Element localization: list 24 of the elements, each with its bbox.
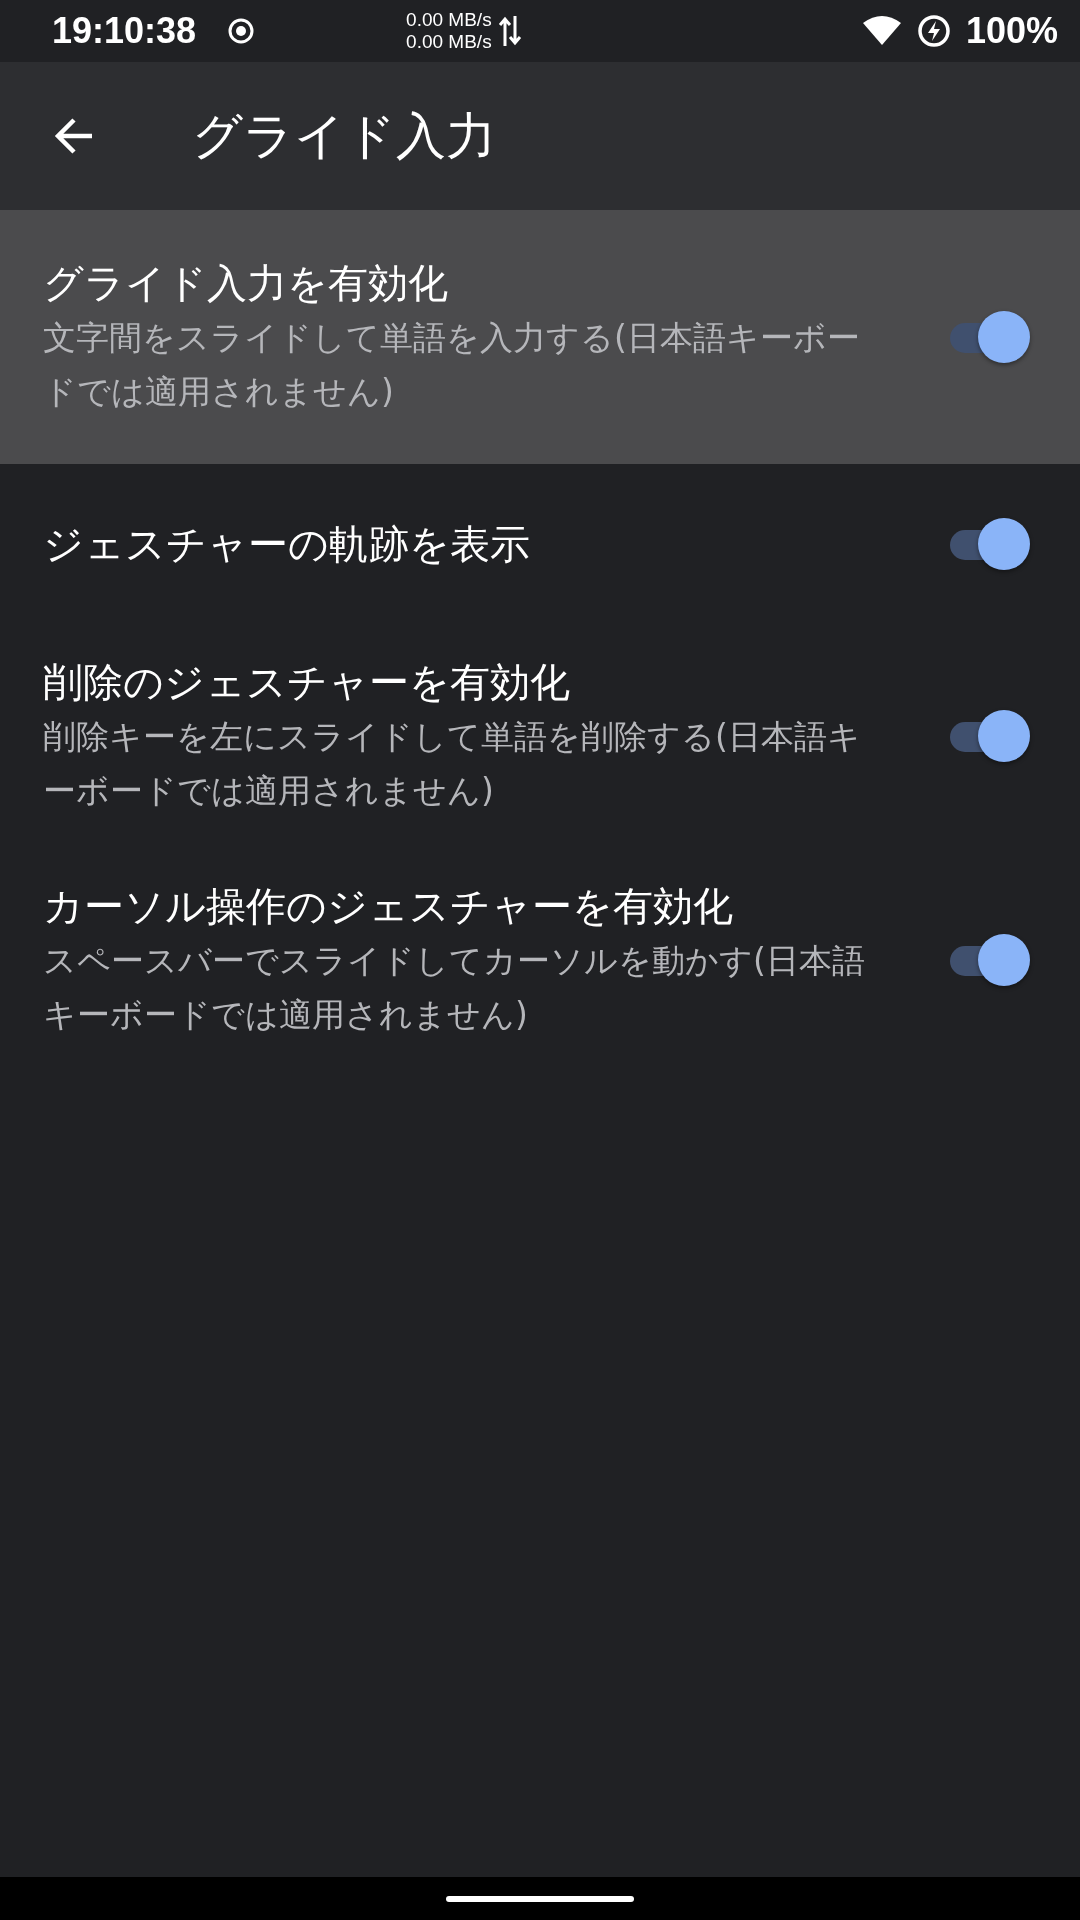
toggle-switch[interactable] <box>948 516 1030 572</box>
battery-saver-icon <box>915 13 952 49</box>
screen-title: グライド入力 <box>192 105 496 167</box>
setting-summary: 削除キーを左にスライドして単語を削除する(日本語キーボードでは適用されません) <box>43 716 862 812</box>
clock: 19:10:38 <box>52 10 197 52</box>
setting-title: グライド入力を有効化 <box>43 259 449 308</box>
setting-summary: 文字間をスライドして単語を入力する(日本語キーボードでは適用されません) <box>43 317 861 413</box>
setting-row[interactable]: ジェスチャーの軌跡を表示 <box>0 464 1080 624</box>
upload-speed: 0.00 MB/s <box>406 9 492 31</box>
toggle-switch[interactable] <box>948 932 1030 988</box>
setting-row[interactable]: グライド入力を有効化 文字間をスライドして単語を入力する(日本語キーボードでは適用されません) <box>0 210 1080 464</box>
toggle-switch[interactable] <box>948 309 1030 365</box>
setting-title: ジェスチャーの軌跡を表示 <box>43 520 531 569</box>
setting-title: 削除のジェスチャーを有効化 <box>43 658 571 707</box>
home-handle[interactable] <box>446 1895 634 1902</box>
battery-level: 100% <box>965 10 1058 52</box>
setting-row[interactable]: カーソル操作のジェスチャーを有効化 スペースバーでスライドしてカーソルを動かす(日本語キーボードでは適用されません) <box>0 848 1080 1072</box>
download-speed: 0.00 MB/s <box>406 31 492 53</box>
setting-title: カーソル操作のジェスチャーを有効化 <box>43 882 734 931</box>
toggle-switch[interactable] <box>948 708 1030 764</box>
setting-summary: スペースバーでスライドしてカーソルを動かす(日本語キーボードでは適用されません) <box>43 940 866 1036</box>
setting-row[interactable]: 削除のジェスチャーを有効化 削除キーを左にスライドして単語を削除する(日本語キーボードでは適用されません) <box>0 624 1080 848</box>
data-arrows-icon <box>497 14 522 48</box>
wifi-icon <box>861 15 902 47</box>
